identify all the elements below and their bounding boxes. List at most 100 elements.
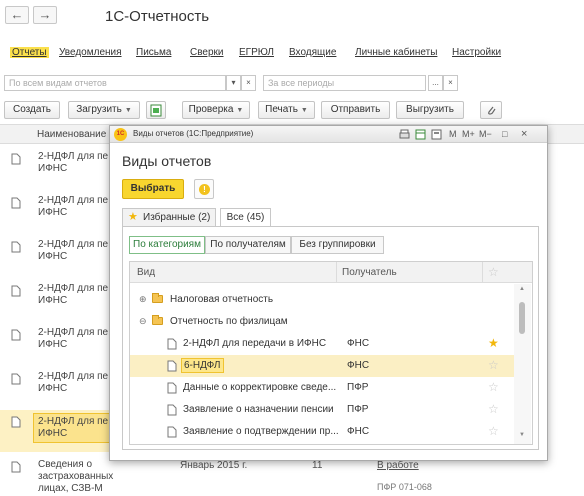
- create-button[interactable]: Создать: [4, 101, 60, 119]
- menu-item-settings[interactable]: Настройки: [452, 47, 501, 58]
- table-row[interactable]: Заявление о подтверждении пр... ФНС ☆: [130, 421, 514, 443]
- memory-button[interactable]: M: [449, 128, 457, 140]
- collapse-icon[interactable]: ⊖: [139, 316, 147, 327]
- report-status-link[interactable]: В работе: [377, 460, 419, 471]
- info-button[interactable]: !: [194, 179, 214, 199]
- tab-favorites[interactable]: ★ Избранные (2): [122, 208, 216, 227]
- table-header: Вид Получатель ☆: [130, 262, 532, 283]
- table-row[interactable]: Данные о корректировке сведе... ПФР ☆: [130, 377, 514, 399]
- calculator-icon[interactable]: [431, 129, 442, 140]
- back-button[interactable]: ←: [5, 6, 29, 24]
- group-row-individuals[interactable]: ⊖ Отчетность по физлицам: [130, 311, 514, 333]
- section-menu: Отчеты Уведомления Письма Сверки ЕГРЮЛ В…: [0, 40, 584, 64]
- document-icon: [11, 373, 21, 385]
- report-kind-clear-button[interactable]: ×: [241, 75, 256, 91]
- menu-item-incoming[interactable]: Входящие: [289, 47, 336, 58]
- memory-plus-button[interactable]: M+: [462, 128, 475, 140]
- chevron-down-icon: ▼: [236, 107, 244, 114]
- report-number: 11: [312, 460, 323, 471]
- scroll-down-arrow-icon[interactable]: ▼: [519, 432, 525, 438]
- column-header-name[interactable]: Наименование: [37, 129, 106, 140]
- report-recipient: ПФР: [347, 382, 369, 393]
- document-icon: [11, 329, 21, 341]
- memory-minus-button[interactable]: M−: [479, 128, 492, 140]
- report-kind-name: 2-НДФЛ для передачи в ИФНС: [183, 338, 327, 349]
- menu-item-letters[interactable]: Письма: [136, 47, 171, 58]
- report-kind-name: Заявление о подтверждении пр...: [183, 426, 339, 437]
- print-icon[interactable]: [399, 129, 410, 140]
- column-divider: [336, 262, 337, 283]
- favorite-star-icon[interactable]: ☆: [488, 358, 499, 372]
- check-button-label: Проверка: [188, 104, 234, 115]
- chevron-down-icon: ▼: [124, 107, 132, 114]
- menu-item-egrul[interactable]: ЕГРЮЛ: [239, 47, 274, 58]
- maximize-button[interactable]: □: [502, 128, 507, 140]
- favorite-star-icon[interactable]: ☆: [488, 402, 499, 416]
- export-button[interactable]: Выгрузить: [396, 101, 464, 119]
- period-filter[interactable]: За все периоды: [263, 75, 426, 91]
- send-button[interactable]: Отправить: [321, 101, 390, 119]
- close-button[interactable]: ×: [521, 128, 527, 140]
- report-kind-filter[interactable]: По всем видам отчетов: [4, 75, 226, 91]
- period-clear-button[interactable]: ×: [443, 75, 458, 91]
- print-button[interactable]: Печать ▼: [258, 101, 315, 119]
- star-icon: ★: [128, 211, 138, 223]
- favorite-star-icon[interactable]: ☆: [488, 380, 499, 394]
- tab-all[interactable]: Все (45): [220, 208, 271, 227]
- document-icon: [11, 197, 21, 209]
- report-period: Январь 2015 г.: [180, 460, 248, 471]
- folder-icon: [152, 315, 163, 325]
- favorite-column-star-icon[interactable]: ☆: [488, 265, 499, 279]
- info-icon: !: [199, 184, 210, 195]
- favorite-star-icon[interactable]: ★: [488, 336, 499, 350]
- app-logo-icon: 1С: [114, 128, 127, 141]
- tab-panel-all: По категориям По получателям Без группир…: [122, 226, 539, 450]
- report-kind-name: Данные о корректировке сведе...: [183, 382, 337, 393]
- column-header-recipient[interactable]: Получатель: [342, 267, 397, 278]
- calendar-icon[interactable]: [415, 129, 426, 140]
- paperclip-icon: [488, 106, 496, 115]
- select-button[interactable]: Выбрать: [122, 179, 184, 199]
- load-button-label: Загрузить: [76, 104, 122, 115]
- check-button[interactable]: Проверка ▼: [182, 101, 250, 119]
- menu-item-notifications[interactable]: Уведомления: [59, 47, 122, 58]
- group-by-category-button[interactable]: По категориям: [129, 236, 205, 254]
- dialog-window-title: Виды отчетов (1С:Предприятие): [133, 129, 254, 138]
- document-icon: [167, 382, 177, 394]
- scroll-up-arrow-icon[interactable]: ▲: [519, 286, 525, 292]
- chevron-down-icon: ▼: [300, 107, 308, 114]
- folder-icon: [152, 293, 163, 303]
- menu-item-reconciliations[interactable]: Сверки: [190, 47, 224, 58]
- expand-icon[interactable]: ⊕: [139, 294, 147, 305]
- report-kinds-dialog: 1С Виды отчетов (1С:Предприятие) M M+ M−…: [109, 125, 548, 461]
- group-label: Отчетность по физлицам: [170, 316, 288, 327]
- group-by-recipient-button[interactable]: По получателям: [205, 236, 291, 254]
- column-header-kind[interactable]: Вид: [137, 267, 155, 278]
- no-grouping-button[interactable]: Без группировки: [291, 236, 384, 254]
- document-icon: [11, 416, 21, 428]
- menu-item-reports[interactable]: Отчеты: [10, 47, 49, 58]
- table-scrollbar[interactable]: ▲ ▼: [514, 284, 531, 444]
- attach-button[interactable]: [480, 101, 502, 119]
- app-title: 1С-Отчетность: [105, 8, 210, 25]
- report-recipient-code: ПФР 071-068: [377, 482, 432, 492]
- document-icon: [167, 338, 177, 350]
- period-select-button[interactable]: ...: [428, 75, 443, 91]
- report-kind-name: 6-НДФЛ: [181, 358, 224, 373]
- group-row-tax-reporting[interactable]: ⊕ Налоговая отчетность: [130, 289, 514, 311]
- document-icon: [11, 153, 21, 165]
- report-kind-dropdown-button[interactable]: ▾: [226, 75, 241, 91]
- excel-export-button[interactable]: [146, 101, 166, 119]
- favorite-star-icon[interactable]: ☆: [488, 424, 499, 438]
- table-row[interactable]: 2-НДФЛ для передачи в ИФНС ФНС ★: [130, 333, 514, 355]
- load-button[interactable]: Загрузить ▼: [68, 101, 140, 119]
- table-row-selected[interactable]: 6-НДФЛ ФНС ☆: [130, 355, 514, 377]
- list-row[interactable]: Сведения о застрахованных лицах, СЗВ-М: [0, 459, 130, 496]
- forward-button[interactable]: →: [33, 6, 57, 24]
- menu-item-personal-accounts[interactable]: Личные кабинеты: [355, 47, 437, 58]
- table-row[interactable]: Заявление о назначении пенсии ПФР ☆: [130, 399, 514, 421]
- scrollbar-thumb[interactable]: [519, 302, 525, 334]
- document-icon: [167, 360, 177, 372]
- dialog-heading: Виды отчетов: [122, 153, 212, 169]
- report-recipient: ПФР: [347, 404, 369, 415]
